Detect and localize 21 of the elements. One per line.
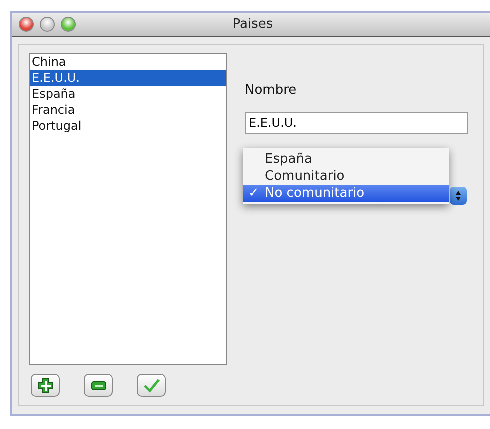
window-title: Paises (232, 17, 274, 32)
name-field[interactable]: E.E.U.U. (245, 112, 468, 134)
list-item[interactable]: Francia (30, 102, 226, 118)
menu-item[interactable]: ✓ No comunitario (243, 185, 449, 202)
minus-icon (90, 380, 106, 390)
list-item[interactable]: China (30, 54, 226, 70)
zoom-button[interactable] (61, 17, 76, 32)
add-button[interactable] (31, 374, 60, 397)
minimize-button[interactable] (40, 17, 55, 32)
stepper-icon[interactable] (450, 187, 467, 205)
menu-item[interactable]: Comunitario (243, 168, 449, 185)
close-button[interactable] (19, 17, 34, 32)
list-item[interactable]: Portugal (30, 118, 226, 134)
field-label: Nombre (245, 83, 298, 98)
checkmark-icon (144, 378, 160, 392)
list-item[interactable]: España (30, 86, 226, 102)
remove-button[interactable] (84, 374, 113, 397)
plus-icon (38, 378, 54, 394)
menu-item[interactable]: España (243, 151, 449, 168)
accept-button[interactable] (137, 374, 166, 397)
list-item[interactable]: E.E.U.U. (30, 70, 226, 86)
